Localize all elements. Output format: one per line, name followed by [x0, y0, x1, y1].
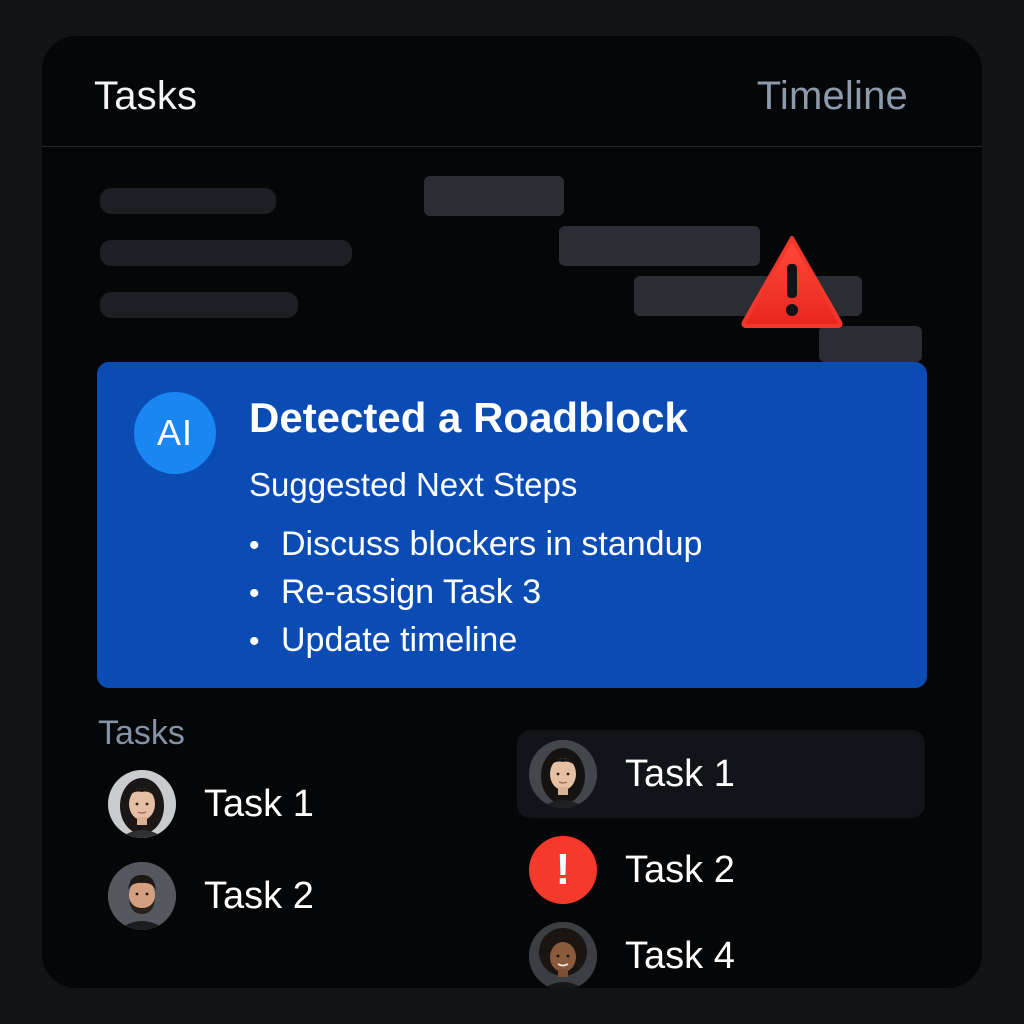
man-avatar: [108, 862, 176, 930]
warning-icon[interactable]: [740, 234, 844, 330]
step-label: Update timeline: [281, 621, 518, 659]
task-label: Task 2: [625, 848, 735, 891]
woman-avatar: [529, 740, 597, 808]
bullet: •: [249, 529, 260, 562]
suggested-step[interactable]: • Discuss blockers in standup: [249, 520, 702, 568]
ai-title: Detected a Roadblock: [249, 394, 688, 441]
app-window: Tasks Timeline AI Detected a Roadblock S…: [42, 36, 982, 988]
timeline-bar[interactable]: [424, 176, 564, 216]
bullet: •: [249, 625, 260, 658]
timeline-bar[interactable]: [819, 326, 922, 362]
bullet: •: [249, 577, 260, 610]
suggested-steps-list: • Discuss blockers in standup • Re-assign …: [249, 520, 702, 664]
alert-icon: !: [529, 836, 597, 904]
task-name-placeholder: [100, 240, 352, 266]
list-item[interactable]: Task 1: [529, 734, 735, 814]
timeline-bar[interactable]: [559, 226, 760, 266]
task-label: Task 1: [204, 782, 314, 825]
tasks-list-heading: Tasks: [98, 714, 185, 752]
ai-badge: AI: [134, 392, 216, 474]
suggested-step[interactable]: • Re-assign Task 3: [249, 568, 702, 616]
task-label: Task 1: [625, 752, 735, 795]
list-item[interactable]: Task 4: [529, 916, 735, 988]
task-name-placeholder: [100, 188, 276, 214]
task-label: Task 4: [625, 934, 735, 977]
woman-avatar: [108, 770, 176, 838]
task-label: Task 2: [204, 874, 314, 917]
step-label: Discuss blockers in standup: [281, 525, 703, 563]
ai-subtitle: Suggested Next Steps: [249, 466, 578, 503]
suggested-step[interactable]: • Update timeline: [249, 616, 702, 664]
header: Tasks Timeline: [42, 36, 982, 147]
list-item[interactable]: ! Task 2: [529, 830, 735, 910]
woman-avatar: [529, 922, 597, 988]
tab-timeline[interactable]: Timeline: [757, 74, 908, 119]
task-name-placeholder: [100, 292, 298, 318]
step-label: Re-assign Task 3: [281, 573, 542, 611]
ai-suggestion-panel: AI Detected a Roadblock Suggested Next S…: [97, 362, 927, 688]
list-item[interactable]: Task 1: [108, 764, 314, 844]
tab-tasks[interactable]: Tasks: [94, 74, 197, 119]
list-item[interactable]: Task 2: [108, 856, 314, 936]
